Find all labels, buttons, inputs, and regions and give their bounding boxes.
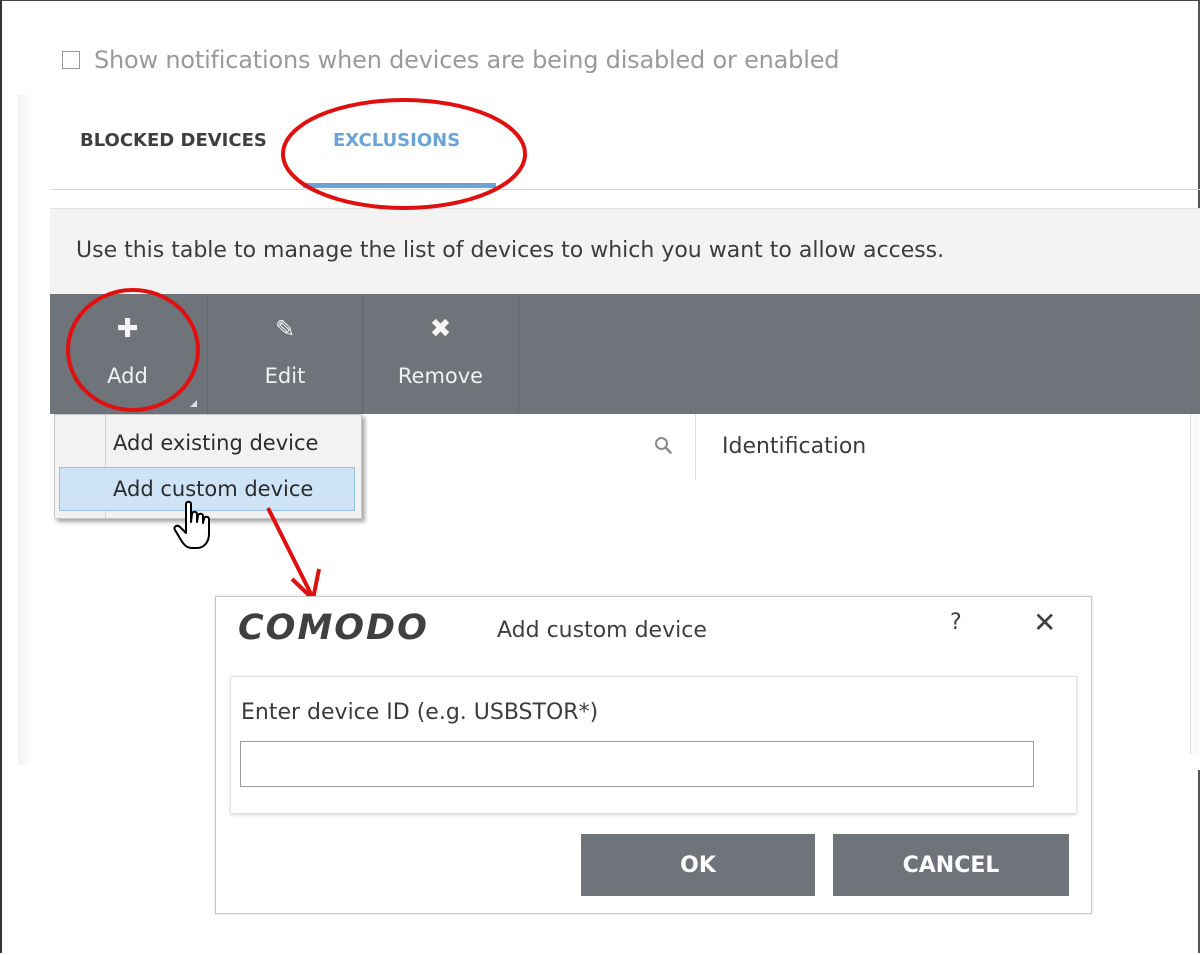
remove-icon: ✖ (429, 314, 452, 344)
pencil-icon: ✎ (274, 315, 296, 343)
device-id-input[interactable] (240, 741, 1034, 787)
column-header-identification[interactable]: Identification (722, 434, 866, 459)
hand-cursor-icon (173, 500, 210, 549)
menu-item-add-custom-device[interactable]: Add custom device (113, 477, 313, 501)
toolbar: ✚ Add ✎ Edit ✖ Remove (50, 294, 1200, 414)
close-icon[interactable]: ✕ (1033, 606, 1056, 639)
dialog-title: Add custom device (497, 618, 707, 643)
dropdown-caret-icon[interactable] (190, 400, 197, 407)
help-icon[interactable]: ? (950, 610, 962, 635)
active-tab-indicator (303, 183, 496, 188)
cancel-button[interactable]: CANCEL (833, 834, 1069, 896)
edit-button[interactable]: ✎ Edit (207, 294, 362, 414)
table-right-edge (1190, 414, 1199, 754)
device-id-label: Enter device ID (e.g. USBSTOR*) (241, 700, 599, 725)
comodo-logo: COMODO (238, 608, 429, 648)
menu-item-add-existing-device[interactable]: Add existing device (113, 431, 318, 455)
notification-option[interactable]: Show notifications when devices are bein… (62, 45, 839, 75)
tab-blocked-devices[interactable]: BLOCKED DEVICES (80, 130, 267, 151)
notification-label: Show notifications when devices are bein… (94, 46, 840, 74)
remove-button[interactable]: ✖ Remove (362, 294, 519, 414)
edit-button-label: Edit (264, 364, 306, 388)
left-edge-shadow (18, 95, 34, 765)
panel-description: Use this table to manage the list of dev… (76, 238, 945, 263)
notification-checkbox[interactable] (62, 51, 80, 69)
column-separator (695, 414, 696, 480)
add-button-label: Add (107, 364, 148, 388)
tab-divider (50, 189, 1200, 190)
tab-exclusions[interactable]: EXCLUSIONS (333, 130, 460, 151)
ok-button[interactable]: OK (581, 834, 815, 896)
add-button[interactable]: ✚ Add (50, 294, 205, 414)
plus-icon: ✚ (116, 314, 139, 344)
search-icon[interactable] (654, 436, 672, 454)
remove-button-label: Remove (397, 364, 484, 388)
